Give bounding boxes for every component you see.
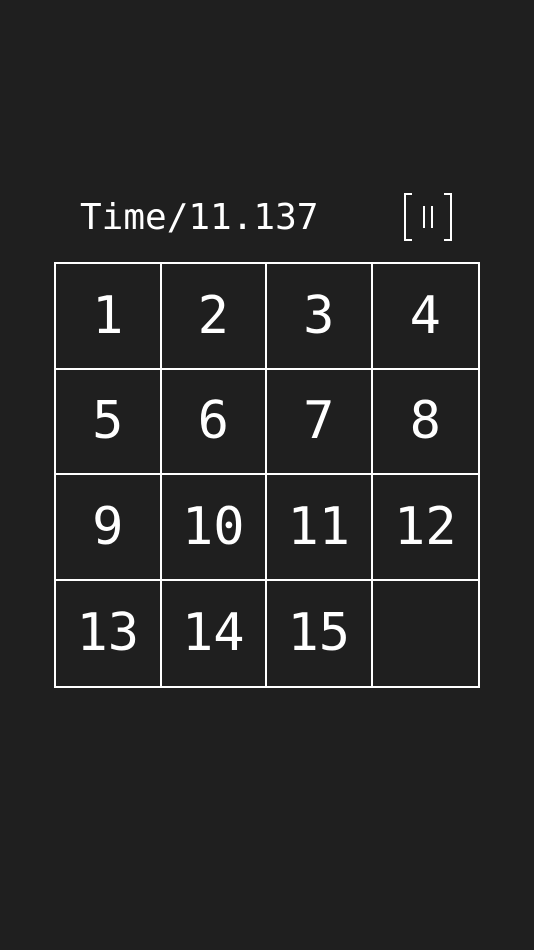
pause-icon	[404, 193, 452, 241]
tile-15[interactable]: 15	[267, 580, 373, 686]
tile-11[interactable]: 11	[267, 475, 373, 581]
tile-1[interactable]: 1	[56, 264, 162, 370]
tile-2[interactable]: 2	[161, 264, 267, 370]
pause-button[interactable]	[404, 193, 452, 241]
puzzle-board: 1 2 3 4 5 6 7 8 9 10 11 12 13 14 15	[54, 262, 480, 688]
tile-6[interactable]: 6	[161, 369, 267, 475]
tile-12[interactable]: 12	[372, 475, 478, 581]
tile-13[interactable]: 13	[56, 580, 162, 686]
tile-4[interactable]: 4	[372, 264, 478, 370]
tile-10[interactable]: 10	[161, 475, 267, 581]
tile-14[interactable]: 14	[162, 580, 267, 686]
timer-display: Time/11.137	[80, 196, 318, 240]
tile-3[interactable]: 3	[267, 264, 373, 370]
tile-5[interactable]: 5	[56, 369, 162, 475]
empty-tile-slot[interactable]	[373, 581, 479, 687]
timer-value: 11.137	[188, 197, 319, 238]
timer-label: Time/	[80, 197, 189, 238]
tile-9[interactable]: 9	[56, 475, 162, 581]
tile-7[interactable]: 7	[267, 369, 373, 475]
tile-8[interactable]: 8	[372, 370, 478, 475]
